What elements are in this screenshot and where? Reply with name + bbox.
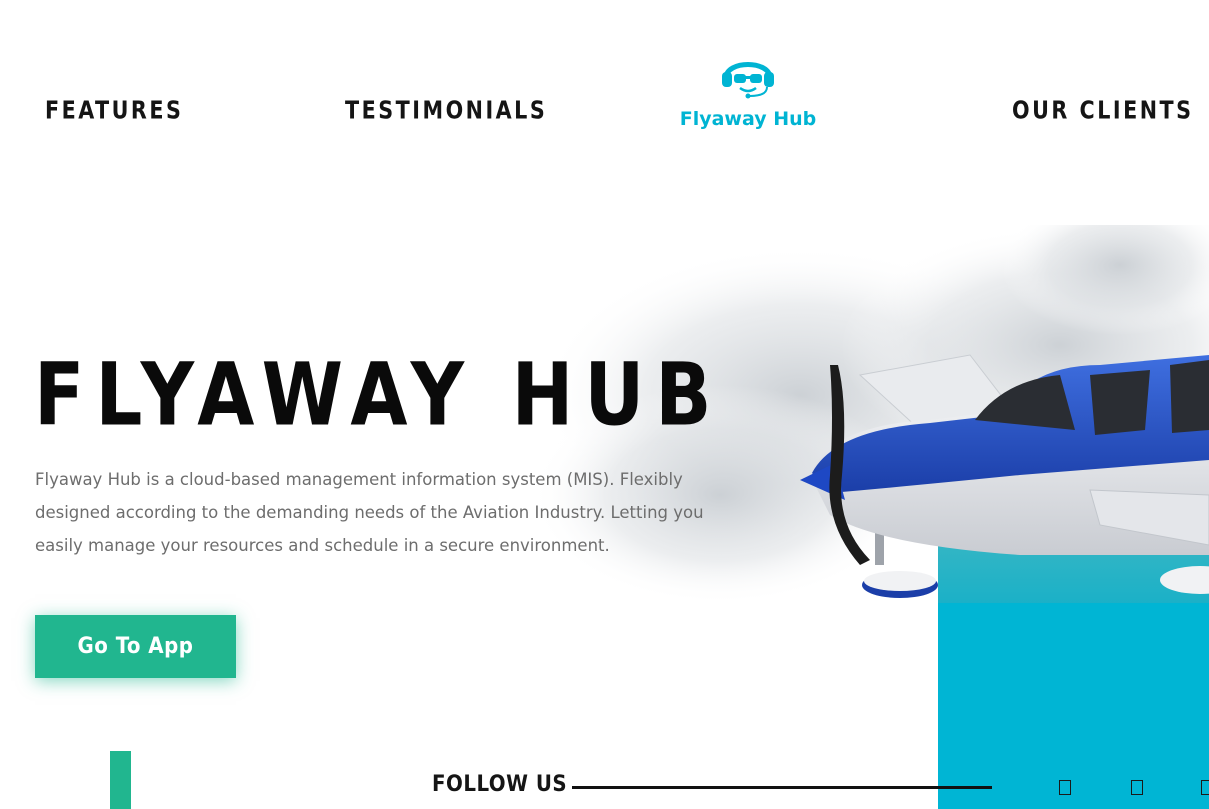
social-icon[interactable]: [1201, 780, 1209, 795]
follow-us-divider: [572, 786, 992, 789]
accent-green-bar: [110, 751, 131, 809]
nav-link-our-clients[interactable]: OUR CLIENTS: [1012, 97, 1194, 125]
brand-logo[interactable]: Flyaway Hub: [678, 50, 818, 130]
hero-title: FLYAWAY HUB: [34, 345, 723, 446]
go-to-app-button[interactable]: Go To App: [35, 615, 236, 678]
brand-name: Flyaway Hub: [679, 108, 817, 130]
nav-link-testimonials[interactable]: TESTIMONIALS: [345, 97, 547, 125]
landing-page: FEATURES TESTIMONIALS Flyaway Hub OUR CL…: [0, 0, 1209, 809]
social-icon[interactable]: [1131, 780, 1143, 795]
pilot-headset-icon: [722, 62, 774, 99]
nav-link-features[interactable]: FEATURES: [45, 97, 183, 125]
social-icon[interactable]: [1059, 780, 1071, 795]
hero-description: Flyaway Hub is a cloud-based management …: [35, 470, 704, 555]
follow-us-label: FOLLOW US: [432, 772, 568, 797]
